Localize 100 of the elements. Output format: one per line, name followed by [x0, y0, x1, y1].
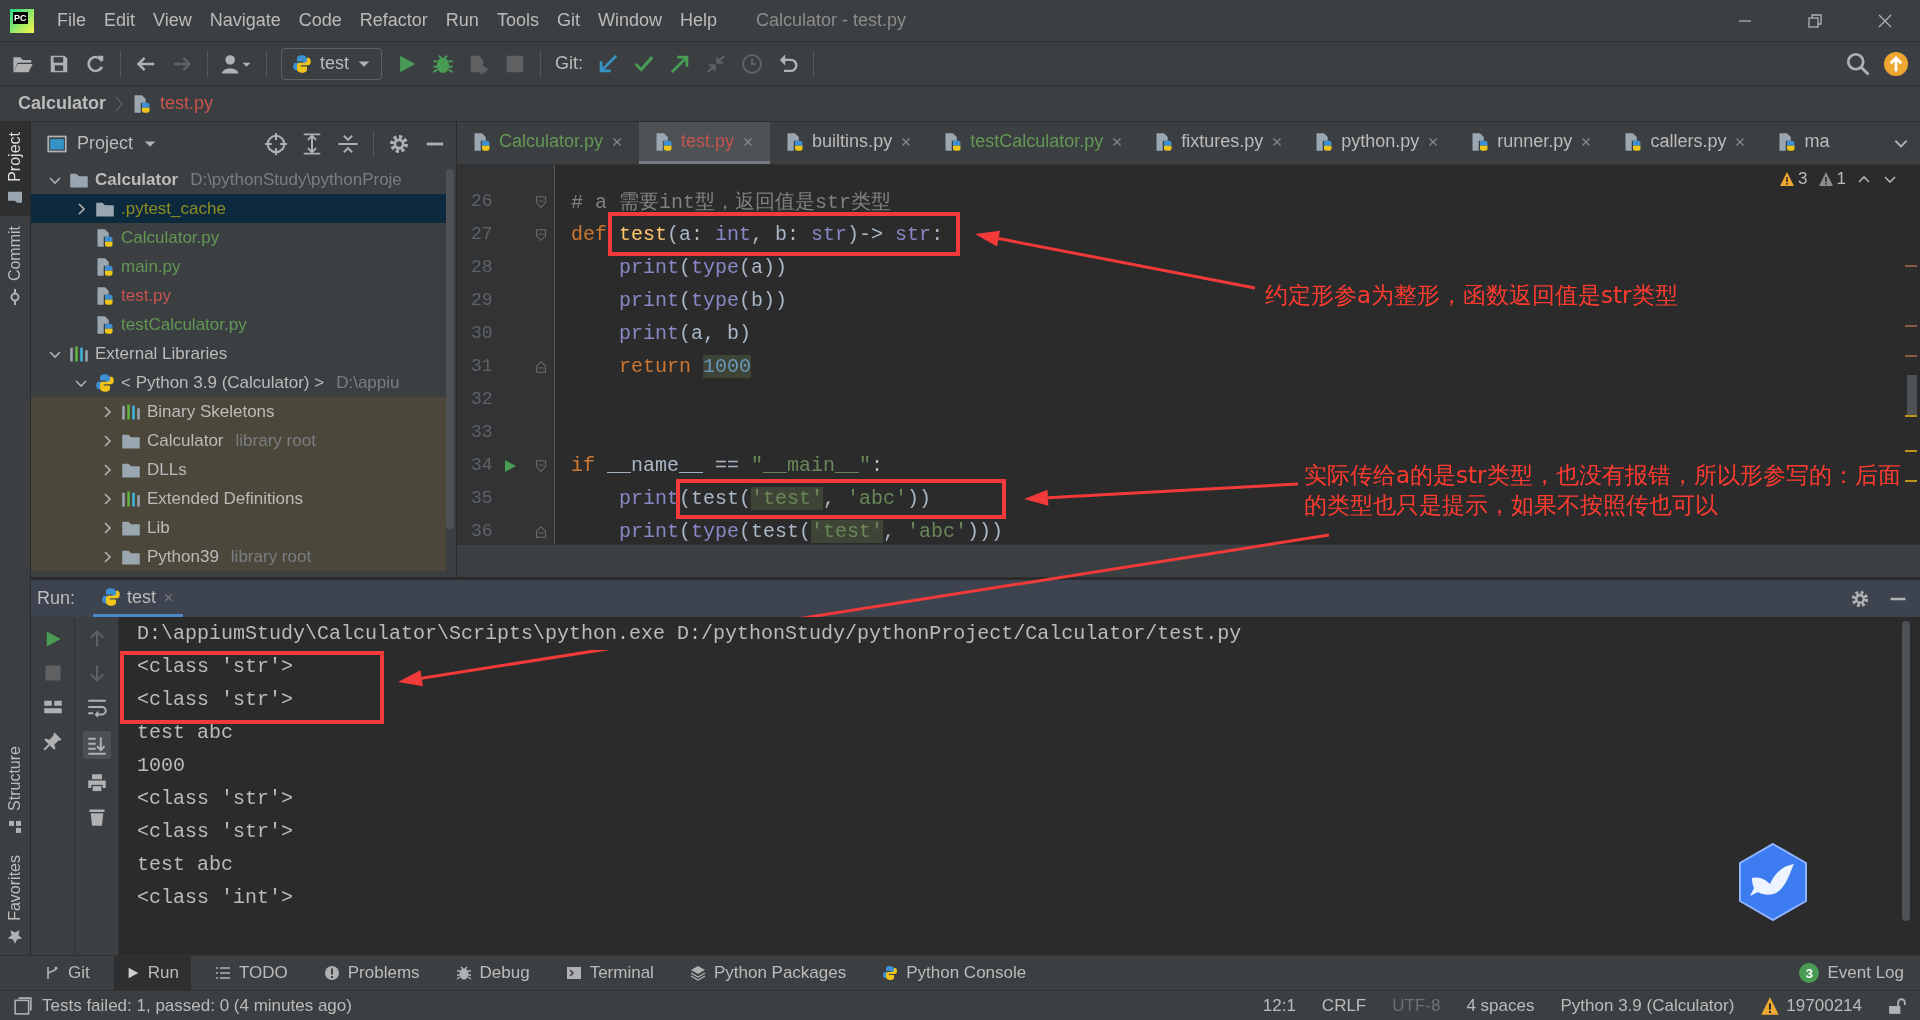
menu-item[interactable]: Code	[289, 10, 351, 31]
tree-row[interactable]: main.py	[31, 252, 446, 281]
tree-row[interactable]: .pytest_cache	[31, 194, 446, 223]
tree-item-label[interactable]: External Libraries	[95, 343, 228, 364]
side-tab[interactable]: Structure	[0, 736, 30, 846]
editor-tab[interactable]: Calculator.py	[457, 122, 640, 164]
search-icon[interactable]	[1846, 51, 1870, 76]
tree-row[interactable]: Extended Definitions	[31, 484, 446, 513]
status-item[interactable]: 12:1	[1262, 995, 1296, 1016]
menu-item[interactable]: View	[144, 10, 201, 31]
tree-item-label[interactable]: < Python 3.9 (Calculator) >	[121, 372, 325, 393]
tool-window-button[interactable]: Run	[113, 955, 191, 991]
tree-item-label[interactable]: Extended Definitions	[147, 488, 303, 509]
status-message[interactable]: Tests failed: 1, passed: 0 (4 minutes ago)	[42, 995, 352, 1016]
update-available-icon[interactable]	[1884, 51, 1908, 76]
soft-wrap-icon[interactable]	[86, 697, 107, 717]
settings-icon[interactable]	[388, 132, 410, 155]
tool-window-button[interactable]: Debug	[443, 955, 542, 991]
tree-item-label[interactable]: DLLs	[147, 459, 187, 480]
tree-row[interactable]: Binary Skeletons	[31, 397, 446, 426]
debug-icon[interactable]	[432, 52, 454, 75]
breadcrumb-item[interactable]: Calculator	[18, 93, 107, 114]
tool-window-button[interactable]: TODO	[202, 955, 300, 991]
bug-icon[interactable]	[455, 965, 472, 981]
list-icon[interactable]	[214, 965, 231, 981]
print-icon[interactable]	[86, 773, 107, 793]
user-dropdown-icon[interactable]	[222, 52, 252, 75]
scrollbar-thumb[interactable]	[1902, 621, 1910, 921]
scroll-to-end-toggle[interactable]	[82, 731, 111, 759]
menu-item[interactable]: Navigate	[200, 10, 290, 31]
editor-tab[interactable]: runner.py	[1455, 122, 1609, 164]
status-warning[interactable]: 19700214	[1786, 995, 1862, 1016]
tool-window-button[interactable]: Git	[32, 955, 102, 991]
console-icon[interactable]	[882, 965, 899, 981]
undo-icon[interactable]	[777, 52, 800, 75]
tree-row[interactable]: testCalculator.py	[31, 310, 446, 339]
project-view-dropdown[interactable]: Project	[41, 132, 164, 155]
side-tab[interactable]: Project	[0, 122, 30, 216]
locate-icon[interactable]	[265, 132, 287, 155]
problem-count[interactable]: 3	[1798, 169, 1808, 189]
tree-item-label[interactable]: Python39	[147, 546, 219, 567]
tree-row[interactable]: DLLs	[31, 455, 446, 484]
tree-row[interactable]: Calculator D:\pythonStudy\pythonProje	[31, 165, 446, 194]
structure-icon[interactable]	[7, 819, 23, 836]
status-item[interactable]: Python 3.9 (Calculator)	[1560, 995, 1735, 1016]
tree-row[interactable]: Python39 library root	[31, 542, 446, 571]
menu-item[interactable]: Help	[670, 10, 726, 31]
tool-window-button[interactable]: Python Console	[870, 955, 1039, 991]
close-icon[interactable]	[1877, 12, 1893, 29]
scrollbar-thumb[interactable]	[446, 169, 454, 529]
tool-window-button[interactable]: Python Packages	[677, 955, 859, 991]
editor-tab[interactable]: ma	[1762, 122, 1845, 164]
tree-item-label[interactable]: main.py	[121, 256, 181, 277]
tool-window-button[interactable]: Problems	[311, 955, 432, 991]
menu-item[interactable]: Tools	[487, 10, 548, 31]
editor-tab[interactable]: builtins.py	[770, 122, 929, 164]
panel-toggle-icon[interactable]	[14, 996, 32, 1015]
star-icon[interactable]	[7, 929, 23, 945]
exclamation-icon[interactable]	[323, 965, 340, 981]
expand-all-icon[interactable]	[301, 132, 323, 155]
side-tab[interactable]: Favorites	[0, 845, 30, 955]
bird-logo-icon[interactable]	[1736, 842, 1810, 922]
menu-item[interactable]: Refactor	[350, 10, 437, 31]
tree-item-label[interactable]: Calculator	[147, 430, 224, 451]
status-item[interactable]: 4 spaces	[1466, 995, 1535, 1016]
editor-tab[interactable]: testCalculator.py	[928, 122, 1140, 164]
menu-item[interactable]: File	[48, 10, 95, 31]
tree-item-label[interactable]: testCalculator.py	[121, 314, 247, 335]
tree-item-label[interactable]: .pytest_cache	[121, 198, 226, 219]
tree-row[interactable]: Lib	[31, 513, 446, 542]
terminal-icon[interactable]	[565, 965, 582, 981]
run-config-dropdown[interactable]: test	[281, 47, 382, 80]
pin-icon[interactable]	[42, 731, 63, 751]
status-item[interactable]: CRLF	[1321, 995, 1367, 1016]
tree-item-label[interactable]: Calculator	[95, 169, 179, 190]
restore-icon[interactable]	[1807, 12, 1823, 29]
tree-row[interactable]: Calculator.py	[31, 223, 446, 252]
folder-icon[interactable]	[7, 189, 23, 206]
lock-icon[interactable]	[1888, 996, 1906, 1015]
tree-row[interactable]: Calculator library root	[31, 426, 446, 455]
settings-icon[interactable]	[1850, 588, 1870, 609]
problem-count[interactable]: 1	[1836, 169, 1846, 189]
menu-item[interactable]: Window	[588, 10, 671, 31]
event-log-button[interactable]: 3 Event Log	[1793, 962, 1910, 984]
tree-row[interactable]: < Python 3.9 (Calculator) > D:\appiu	[31, 368, 446, 397]
menu-item[interactable]: Edit	[95, 10, 145, 31]
tool-window-button[interactable]: Terminal	[553, 955, 666, 991]
editor-tab[interactable]: python.py	[1299, 122, 1456, 164]
tree-item-label[interactable]: Lib	[147, 517, 170, 538]
tree-item-label[interactable]: Binary Skeletons	[147, 401, 275, 422]
menu-item[interactable]: Git	[547, 10, 589, 31]
update-arrow-icon[interactable]	[597, 52, 620, 75]
side-tab[interactable]: Commit	[0, 215, 30, 315]
tree-item-label[interactable]: Calculator.py	[121, 227, 220, 248]
tree-row[interactable]: External Libraries	[31, 339, 446, 368]
editor-tab[interactable]: fixtures.py	[1139, 122, 1300, 164]
editor-tab[interactable]: callers.py	[1608, 122, 1763, 164]
layers-icon[interactable]	[689, 965, 706, 981]
menu-item[interactable]: Run	[436, 10, 488, 31]
collapse-all-icon[interactable]	[337, 132, 359, 155]
